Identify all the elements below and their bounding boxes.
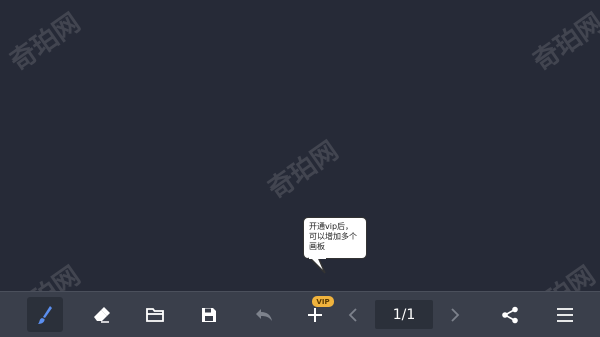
eraser-button[interactable] — [88, 292, 114, 337]
share-icon — [502, 306, 518, 323]
tooltip-tail-icon — [308, 256, 326, 274]
add-icon — [308, 307, 322, 322]
save-button[interactable] — [196, 292, 222, 337]
open-folder-button[interactable] — [142, 292, 168, 337]
vip-tooltip: 开通vip后，可以增加多个画板 — [303, 217, 367, 259]
next-page-button[interactable] — [447, 292, 463, 337]
chevron-left-icon — [348, 307, 357, 322]
folder-icon — [146, 308, 164, 322]
vip-badge: VIP — [312, 296, 334, 307]
menu-icon — [557, 307, 573, 322]
vip-tooltip-text: 开通vip后，可以增加多个画板 — [309, 222, 357, 251]
page-indicator: 1/1 — [375, 300, 433, 329]
prev-page-button[interactable] — [345, 292, 361, 337]
eraser-icon — [94, 306, 110, 323]
bottom-toolbar: VIP 1/1 — [0, 291, 600, 337]
chevron-right-icon — [451, 307, 460, 322]
save-icon — [202, 307, 216, 322]
share-button[interactable] — [497, 292, 523, 337]
brush-button[interactable] — [27, 297, 63, 332]
brush-icon — [38, 305, 52, 324]
undo-button[interactable] — [251, 292, 277, 337]
undo-icon — [256, 308, 272, 321]
drawing-canvas[interactable] — [0, 0, 600, 291]
menu-button[interactable] — [552, 292, 578, 337]
